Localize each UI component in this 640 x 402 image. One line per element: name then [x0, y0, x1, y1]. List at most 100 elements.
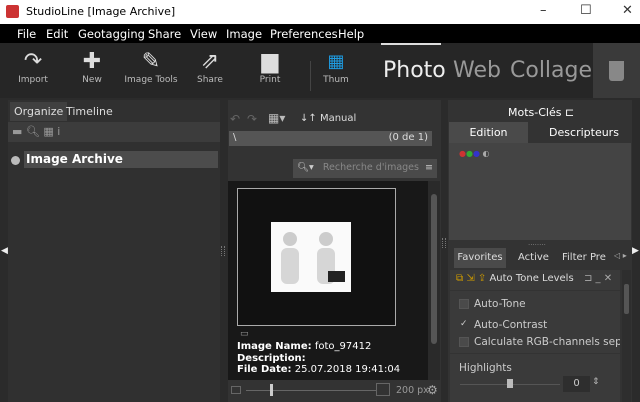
- keywords-title: Mots-Clés ⊏: [508, 106, 574, 119]
- trash-icon: [609, 61, 624, 81]
- menu-image[interactable]: Image: [226, 27, 262, 41]
- filter-panel: ⧉ ⇲ ⇪ Auto Tone Levels ⊐ _ ✕ Auto-Tone ✓…: [450, 270, 620, 402]
- auto-contrast-checkbox[interactable]: ✓: [460, 319, 468, 329]
- tree-bullet-icon: [11, 156, 20, 165]
- mode-photo[interactable]: Photo: [383, 58, 446, 83]
- share-label: Share: [197, 75, 223, 85]
- tab-edition[interactable]: Edition: [449, 122, 528, 144]
- search-input[interactable]: Recherche d'images: [323, 162, 419, 173]
- left-splitter[interactable]: [221, 246, 225, 256]
- size-slider[interactable]: [246, 390, 376, 391]
- sort-label: Manual: [319, 113, 357, 124]
- thumbnail-image[interactable]: [271, 222, 351, 292]
- auto-contrast-label: Auto-Contrast: [474, 319, 548, 331]
- rgb-separate-label: Calculate RGB-channels separate: [474, 336, 620, 348]
- tab-timeline[interactable]: Timeline: [62, 102, 117, 121]
- middle-panel: ↶ ↷ ▦▾ ↓↑ Manual \ (0 de 1) 🔍︎▾ Recherch…: [228, 100, 441, 402]
- info-icon[interactable]: i: [57, 125, 60, 138]
- search-icon[interactable]: 🔍︎▾: [297, 162, 314, 173]
- undo-icon[interactable]: ↶: [230, 112, 240, 126]
- highlights-spinner[interactable]: ⇕: [592, 377, 600, 387]
- tab-favorites[interactable]: Favorites: [454, 248, 506, 268]
- description-label: Description:: [237, 352, 306, 364]
- mode-web[interactable]: Web: [453, 58, 501, 83]
- tree-item-image-archive[interactable]: Image Archive: [24, 151, 218, 168]
- path-bar: \ (0 de 1): [229, 131, 432, 146]
- rgb-separate-checkbox[interactable]: [459, 337, 469, 347]
- organize-toolbar: ▬ 🔍︎ ▦ i: [8, 122, 220, 142]
- tab-organize[interactable]: Organize: [10, 102, 68, 121]
- right-collapse-arrow[interactable]: ▶: [632, 246, 639, 256]
- image-tools-label: Image Tools: [124, 75, 178, 85]
- briefcase: [328, 271, 345, 282]
- maximize-button[interactable]: ☐: [580, 3, 592, 18]
- size-slider-handle[interactable]: [270, 384, 273, 396]
- auto-tone-checkbox[interactable]: [459, 299, 469, 309]
- right-splitter[interactable]: [442, 238, 446, 248]
- menu-icon[interactable]: ≡: [425, 162, 433, 173]
- menu-edit[interactable]: Edit: [46, 27, 68, 41]
- name-label: Image Name:: [237, 341, 312, 352]
- share-icon: ⇗: [200, 49, 220, 74]
- minimize-button[interactable]: –: [540, 3, 547, 18]
- menu-geotagging[interactable]: Geotagging: [78, 27, 145, 41]
- highlights-label: Highlights: [459, 362, 512, 374]
- filter-scrollbar[interactable]: [622, 270, 631, 402]
- import-button[interactable]: ↷ Import: [3, 49, 63, 85]
- highlights-value-input[interactable]: 0: [563, 376, 590, 392]
- drive-icon: ▭: [240, 329, 249, 339]
- sort-button[interactable]: ↓↑ Manual: [300, 113, 356, 124]
- scrollbar-thumb[interactable]: [624, 284, 629, 314]
- menu-preferences[interactable]: Preferences: [270, 27, 338, 41]
- plus-icon: ✚: [82, 49, 102, 74]
- new-folder-icon[interactable]: ▬: [12, 125, 22, 138]
- tab-filter-presets[interactable]: Filter Pre: [562, 252, 614, 263]
- tab-scroll-arrows[interactable]: ◁ ▸: [614, 251, 627, 260]
- filter-panel-header: ⧉ ⇲ ⇪ Auto Tone Levels: [456, 273, 574, 284]
- table-icon[interactable]: ▦: [43, 125, 53, 138]
- tab-descripteurs[interactable]: Descripteurs: [538, 122, 630, 144]
- thumbnail-grid-icon: ▦: [327, 51, 345, 72]
- file-date: 25.07.2018 19:41:04: [294, 364, 401, 375]
- undock-icon[interactable]: ⊏: [565, 106, 574, 119]
- image-tools-button[interactable]: ✎ Image Tools: [121, 49, 181, 85]
- highlights-slider-handle[interactable]: [507, 379, 513, 388]
- search-icon[interactable]: 🔍︎: [26, 125, 40, 138]
- thumbnail-scrollbar[interactable]: [428, 181, 440, 380]
- search-box[interactable]: 🔍︎▾ Recherche d'images ≡: [293, 159, 437, 178]
- view-grid-dropdown[interactable]: ▦▾: [268, 111, 285, 125]
- toolbar: ↷ Import ✚ New ✎ Image Tools ⇗ Share ▆ Print …: [0, 43, 640, 98]
- divider: [450, 353, 620, 354]
- auto-tone-label: Auto-Tone: [474, 298, 526, 310]
- path-text: \: [233, 132, 237, 143]
- dropper-icon: ✎: [141, 49, 161, 74]
- import-icon: ↷: [23, 49, 43, 74]
- thumbnail-button[interactable]: ▦ Thum: [306, 49, 366, 85]
- color-labels-icon[interactable]: ●●● ◐: [459, 149, 489, 158]
- new-label: New: [82, 75, 102, 85]
- mode-collage[interactable]: Collage: [510, 58, 592, 83]
- redo-icon[interactable]: ↷: [247, 112, 257, 126]
- trash-button[interactable]: [593, 43, 640, 98]
- menu-file[interactable]: File: [17, 27, 36, 41]
- small-size-icon: [231, 386, 241, 394]
- share-button[interactable]: ⇗ Share: [180, 49, 240, 85]
- filter-icons[interactable]: ⧉ ⇲ ⇪: [456, 273, 486, 284]
- menu-help[interactable]: Help: [338, 27, 364, 41]
- settings-gear-icon[interactable]: ⚙: [427, 383, 438, 397]
- image-name: foto_97412: [314, 341, 372, 352]
- new-button[interactable]: ✚ New: [62, 49, 122, 85]
- panel-window-controls[interactable]: ⊐ _ ✕: [584, 273, 612, 284]
- thumbnail-label: Thum: [323, 75, 349, 85]
- tab-active[interactable]: Active: [518, 252, 549, 263]
- thumbnail-frame[interactable]: [237, 188, 396, 326]
- image-count: (0 de 1): [388, 132, 428, 143]
- scrollbar-thumb[interactable]: [431, 194, 437, 344]
- left-collapse-arrow[interactable]: ◀: [1, 246, 8, 256]
- menu-share[interactable]: Share: [148, 27, 181, 41]
- menu-view[interactable]: View: [190, 27, 217, 41]
- left-panel: Organize Timeline ▬ 🔍︎ ▦ i Image Archive: [8, 100, 220, 402]
- print-button[interactable]: ▆ Print: [240, 49, 300, 85]
- panel-splitter[interactable]: ········: [528, 241, 546, 249]
- close-button[interactable]: ✕: [622, 3, 633, 18]
